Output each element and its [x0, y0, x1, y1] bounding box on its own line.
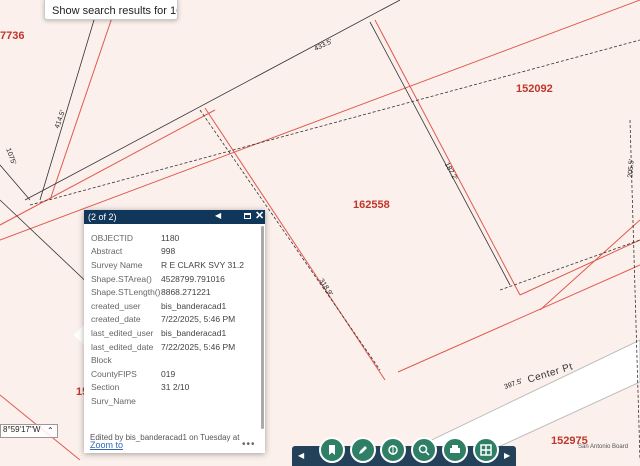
search-zoom-button[interactable] — [411, 437, 437, 463]
coordinate-text: 8°59'17"W — [3, 425, 41, 434]
chevron-up-icon[interactable]: ⌃ — [47, 426, 54, 435]
attribute-value — [161, 353, 244, 367]
attribute-row: Surv_Name — [91, 394, 244, 408]
search-zoom-icon — [418, 444, 430, 456]
attribute-row: Block — [91, 353, 244, 367]
attribute-key: Survey Name — [91, 259, 143, 270]
parcel-label-7736: 7736 — [0, 30, 25, 42]
draw-icon — [359, 446, 367, 454]
attribute-value: 7/22/2025, 5:46 PM — [161, 314, 236, 325]
attribute-key: Abstract — [91, 246, 123, 257]
attribute-value: 019 — [161, 368, 176, 379]
attribute-value: 8868.271221 — [161, 287, 211, 298]
attribute-value: bis_banderacad1 — [161, 300, 227, 311]
measure-icon — [388, 445, 398, 455]
attribute-key: Surv_Name — [91, 395, 136, 406]
attribute-key: Section — [91, 382, 120, 393]
attribute-key: Shape.STArea() — [91, 273, 152, 284]
attribute-value: 998 — [161, 246, 176, 257]
attribute-key: created_user — [91, 300, 141, 311]
attribute-row: Shape.STArea() 4528799.791016 — [91, 272, 244, 286]
attribute-key: Block — [91, 355, 112, 366]
attribute-key: Shape.STLength() — [91, 287, 161, 298]
attribute-value: bis_banderacad1 — [161, 327, 227, 338]
bookmark-icon — [329, 445, 335, 455]
attribute-key: CountyFIPS — [91, 368, 137, 379]
feature-popup: (2 of 2) ◀ ✕ OBJECTID 1180 Abstract 998 Surv… — [84, 210, 265, 453]
attribute-value: 7/22/2025, 5:46 PM — [161, 341, 236, 352]
popup-scrollbar[interactable] — [261, 226, 264, 429]
attribute-row: last_edited_date 7/22/2025, 5:46 PM — [91, 340, 244, 354]
attribute-value: 4528799.791016 — [161, 273, 225, 284]
parcel-label-152092: 152092 — [516, 83, 553, 95]
bookmark-button[interactable] — [319, 437, 345, 463]
basemap-icon — [480, 444, 492, 456]
attribute-row: Abstract 998 — [91, 245, 244, 259]
search-results-tooltip[interactable]: Show search results for 162... — [44, 0, 178, 20]
print-button[interactable] — [442, 437, 468, 463]
attribute-key: last_edited_user — [91, 327, 154, 338]
popup-body: OBJECTID 1180 Abstract 998 Survey Name R E CL… — [84, 224, 260, 429]
attribute-key: last_edited_date — [91, 341, 154, 352]
popup-count: (2 of 2) — [88, 212, 117, 222]
attribute-value: 31 2/10 — [161, 382, 190, 393]
attribute-row: OBJECTID 1180 — [91, 231, 244, 245]
attribute-row: Shape.STLength() 8868.271221 — [91, 285, 244, 299]
attribute-row: created_date 7/22/2025, 5:46 PM — [91, 313, 244, 327]
attribute-row: Survey Name R E CLARK SVY 31.2 — [91, 258, 244, 272]
measure-button[interactable] — [380, 437, 406, 463]
maximize-icon[interactable] — [244, 213, 251, 219]
draw-button[interactable] — [350, 437, 376, 463]
attribute-row: CountyFIPS 019 — [91, 367, 244, 381]
zoom-to-link[interactable]: Zoom to — [90, 440, 123, 450]
attribute-value: R E CLARK SVY 31.2 — [161, 259, 244, 270]
attribute-row: created_user bis_banderacad1 — [91, 299, 244, 313]
attribute-row: Section 31 2/10 — [91, 381, 244, 395]
map-credit: San Antonio Board — [578, 444, 629, 450]
close-icon[interactable]: ✕ — [255, 209, 264, 222]
attribute-row: last_edited_user bis_banderacad1 — [91, 326, 244, 340]
parcel-label-162558: 162558 — [353, 199, 390, 211]
basemap-button[interactable] — [473, 437, 499, 463]
chevron-right-icon[interactable]: ▶ — [504, 451, 510, 460]
print-icon — [450, 445, 460, 453]
attribute-table: OBJECTID 1180 Abstract 998 Survey Name R E CL… — [91, 231, 244, 408]
attribute-key: OBJECTID — [91, 232, 134, 243]
chevron-left-icon[interactable]: ◀ — [298, 451, 304, 460]
attribute-value: 1180 — [161, 232, 180, 243]
attribute-value — [161, 394, 244, 408]
previous-feature-icon[interactable]: ◀ — [215, 211, 221, 220]
more-actions-icon[interactable]: ••• — [242, 439, 256, 450]
attribute-key: created_date — [91, 314, 141, 325]
popup-pointer — [74, 325, 84, 345]
popup-header: (2 of 2) ◀ ✕ — [84, 210, 265, 224]
coordinate-readout: 8°59'17"W ⌃ — [0, 424, 58, 438]
